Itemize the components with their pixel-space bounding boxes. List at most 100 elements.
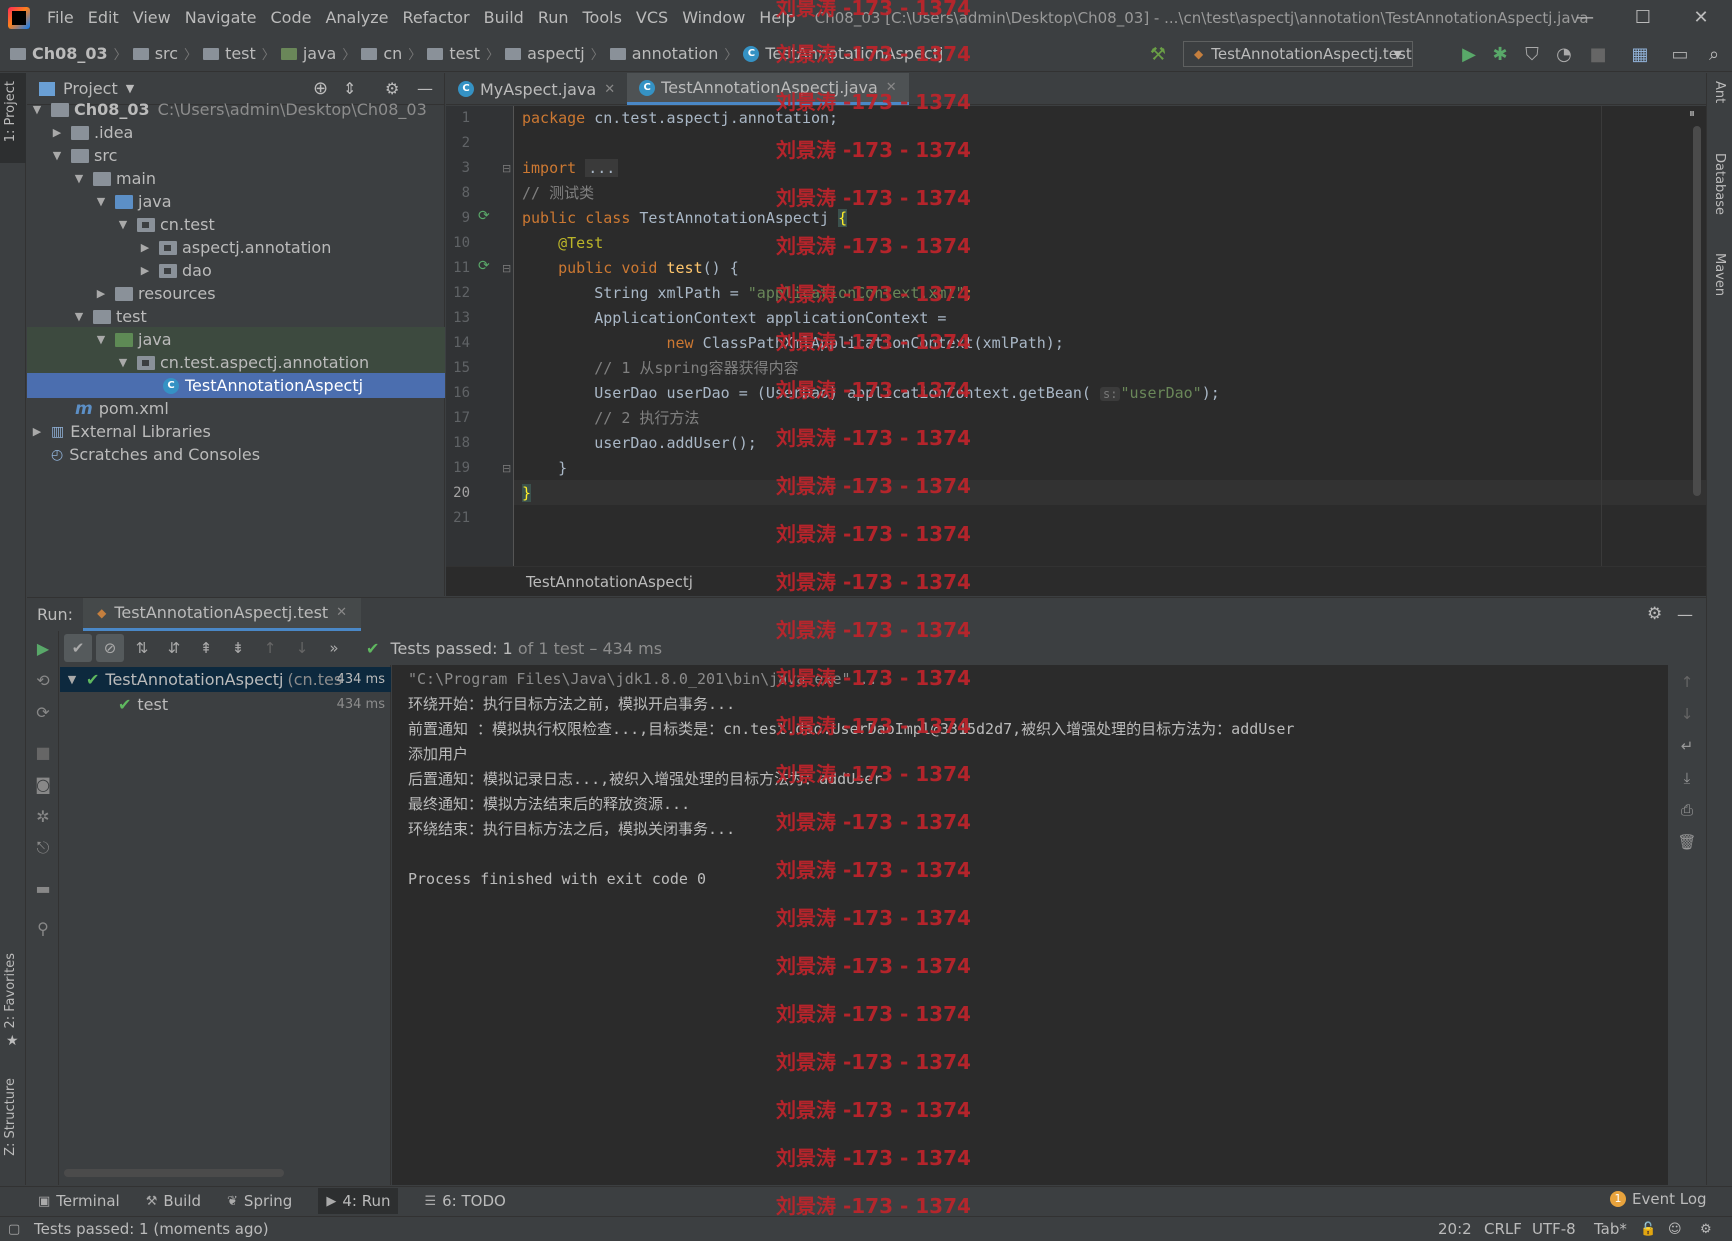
collapse-all-icon[interactable]: ⇟ [224,634,252,662]
expand-arrow-icon[interactable]: ▼ [66,673,78,686]
exit-icon[interactable]: ⎋ [32,837,54,859]
console-output[interactable]: "C:\Program Files\Java\jdk1.8.0_201\bin\… [392,665,1668,1185]
menu-vcs[interactable]: VCS [629,0,675,36]
hide-panel-icon[interactable]: — [1677,605,1693,624]
coverage-icon[interactable]: ⛉ [1520,42,1544,66]
trash-icon[interactable]: 🗑 [1676,831,1698,853]
project-structure-icon[interactable]: ▦ [1628,42,1652,66]
tree-item-project-root[interactable]: ▼ Ch08_03 C:\Users\admin\Desktop\Ch08_03 [27,97,445,122]
expand-arrow-icon[interactable]: ▼ [73,172,85,185]
fold-icon[interactable]: ⊟ [502,162,511,175]
up-arrow-icon[interactable]: ↑ [1676,671,1698,693]
tree-item-idea[interactable]: ▶ .idea [27,120,445,145]
breadcrumb-test-package[interactable]: test [427,44,480,63]
fold-icon[interactable]: ⊟ [502,262,511,275]
sort-by-duration-icon[interactable]: ⇵ [160,634,188,662]
locate-icon[interactable]: ⊕ [313,78,328,99]
menu-view[interactable]: View [126,0,178,36]
run-configuration-select[interactable]: ◆ TestAnnotationAspectj.test ▼ [1183,41,1413,67]
horizontal-scrollbar[interactable] [64,1169,284,1177]
close-button[interactable]: ✕ [1672,0,1730,36]
code-editor[interactable]: 1 2 3 8 9 10 11 12 13 14 15 16 17 18 19 … [446,106,1706,566]
inspector-icon[interactable]: ☺ [1668,1217,1682,1241]
tree-item-src[interactable]: ▼ src [27,143,445,168]
project-tool-tab[interactable]: 1: Project [3,81,18,142]
tree-item-main[interactable]: ▼ main [27,166,445,191]
editor-breadcrumb[interactable]: TestAnnotationAspectj [446,566,1706,596]
print-icon[interactable]: ⎙ [1676,799,1698,821]
ant-tool-tab[interactable]: Ant [1712,81,1727,103]
tree-item-pom[interactable]: m pom.xml [27,396,445,421]
expand-arrow-icon[interactable]: ▼ [117,356,129,369]
expand-arrow-icon[interactable]: ▼ [95,333,107,346]
tree-item-test-package[interactable]: ▼ cn.test.aspectj.annotation [27,350,445,375]
expand-arrow-icon[interactable]: ▶ [95,287,107,300]
stop-icon[interactable]: ■ [1586,42,1610,66]
show-passed-icon[interactable]: ✔ [64,634,92,662]
profile-icon[interactable]: ◔ [1552,42,1576,66]
favorites-tool-tab[interactable]: 2: Favorites [3,953,18,1029]
build-hammer-icon[interactable]: ⚒ [1146,42,1170,66]
line-separator[interactable]: CRLF [1484,1217,1522,1241]
build-tool-button[interactable]: ⚒ Build [146,1192,201,1210]
breadcrumb-src[interactable]: src [132,44,178,63]
minimize-button[interactable]: — [1556,0,1614,36]
expand-arrow-icon[interactable]: ▶ [139,264,151,277]
expand-arrow-icon[interactable]: ▼ [95,195,107,208]
sort-alphabetically-icon[interactable]: ⇅ [128,634,156,662]
expand-arrow-icon[interactable]: ▶ [51,126,63,139]
file-encoding[interactable]: UTF-8 [1532,1217,1576,1241]
test-tree-class[interactable]: ▼ ✔ TestAnnotationAspectj (cn.tes 434 ms [60,667,391,692]
editor-tab-myaspect[interactable]: C MyAspect.java ✕ [446,73,627,105]
more-actions-icon[interactable]: » [320,634,348,662]
expand-arrow-icon[interactable]: ▼ [31,103,43,116]
rerun-icon[interactable]: ▶ [32,637,54,659]
expand-arrow-icon[interactable]: ▼ [51,149,63,162]
status-message[interactable]: Tests passed: 1 (moments ago) [34,1220,269,1238]
test-tree-method[interactable]: ✔ test 434 ms [60,692,391,717]
run-test-gutter-icon[interactable]: ⟳ [478,258,490,274]
close-tab-icon[interactable]: ✕ [604,82,615,97]
run-tool-button[interactable]: ▶ 4: Run [318,1188,399,1214]
menu-tools[interactable]: Tools [576,0,629,36]
menu-analyze[interactable]: Analyze [318,0,395,36]
tree-item-aspectj-annotation[interactable]: ▶ aspectj.annotation [27,235,445,260]
terminal-tool-button[interactable]: ▣ Terminal [38,1192,120,1210]
tree-item-main-java[interactable]: ▼ java [27,189,445,214]
run-test-gutter-icon[interactable]: ⟳ [478,208,490,224]
database-tool-tab[interactable]: Database [1712,153,1727,215]
menu-navigate[interactable]: Navigate [178,0,264,36]
tree-item-test-class[interactable]: C TestAnnotationAspectj [27,373,445,398]
event-log-button[interactable]: 1 Event Log [1610,1190,1707,1208]
menu-window[interactable]: Window [675,0,752,36]
menu-refactor[interactable]: Refactor [396,0,477,36]
soft-wrap-icon[interactable]: ↵ [1676,735,1698,757]
chevron-down-icon[interactable]: ▼ [126,82,134,95]
status-toggle-icon[interactable]: ▢ [8,1222,20,1237]
tree-item-scratches[interactable]: ◴ Scratches and Consoles [27,442,445,467]
menu-file[interactable]: File [40,0,81,36]
previous-failed-icon[interactable]: ↑ [256,634,284,662]
memory-icon[interactable]: ⚙ [1700,1217,1712,1241]
maven-tool-tab[interactable]: Maven [1712,253,1727,296]
menu-build[interactable]: Build [477,0,531,36]
run-icon[interactable]: ▶ [1457,42,1481,66]
terminal-window-icon[interactable]: ▭ [1668,42,1692,66]
next-failed-icon[interactable]: ↓ [288,634,316,662]
pin-icon[interactable]: ⚲ [32,917,54,939]
folded-imports[interactable]: ... [585,159,619,177]
tree-item-test[interactable]: ▼ test [27,304,445,329]
tree-item-external-libraries[interactable]: ▶ ▥ External Libraries [27,419,445,444]
collapse-all-icon[interactable]: ⇕ [343,79,356,98]
project-panel-title[interactable]: Project [63,79,118,98]
breadcrumb-project[interactable]: Ch08_03 [10,44,108,63]
expand-arrow-icon[interactable]: ▼ [73,310,85,323]
down-arrow-icon[interactable]: ↓ [1676,703,1698,725]
spring-tool-button[interactable]: ❦ Spring [227,1192,292,1210]
todo-tool-button[interactable]: ☰ 6: TODO [424,1192,505,1210]
debug-icon[interactable]: ✱ [1488,42,1512,66]
menu-run[interactable]: Run [531,0,576,36]
stop-icon[interactable]: ■ [32,741,54,763]
show-ignored-icon[interactable]: ⊘ [96,634,124,662]
maximize-button[interactable]: ☐ [1614,0,1672,36]
